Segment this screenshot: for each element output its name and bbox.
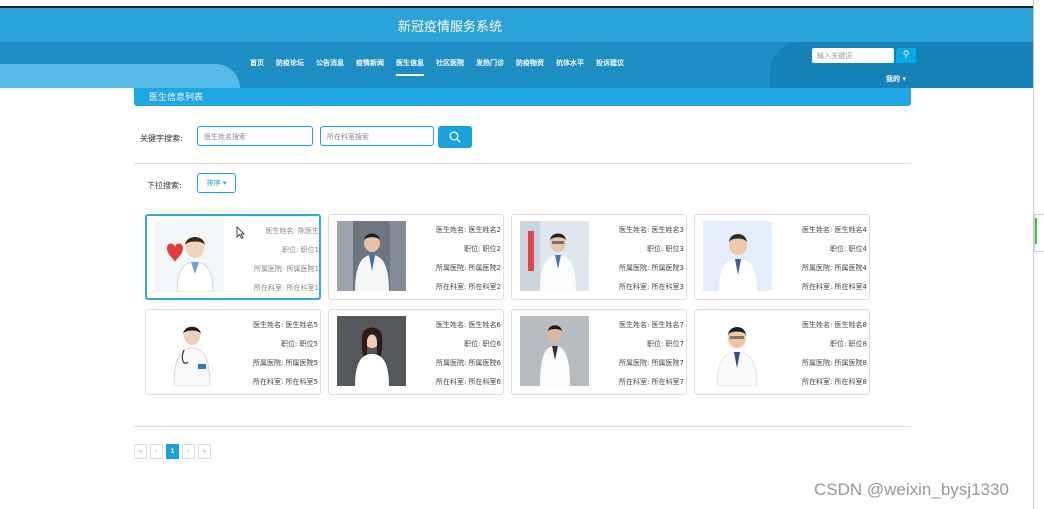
sort-label: 排序 [206, 179, 221, 187]
nav-item-community-hospital[interactable]: 社区医院 [436, 58, 464, 76]
header-decoration-left [0, 64, 240, 88]
doctor-name-input[interactable]: 医生姓名搜索 [197, 126, 313, 146]
doctor-title: 职位: 职位6 [463, 340, 501, 348]
doctor-card[interactable]: 医生姓名: 医生姓名8 职位: 职位8 所属医院: 所属医院8 所在科室: 所在… [694, 309, 870, 395]
nav-item-news[interactable]: 疫情新闻 [356, 58, 384, 76]
user-menu[interactable]: 我的 ▾ [886, 74, 906, 84]
page-title: 医生信息列表 [134, 88, 911, 106]
doctor-title: 职位: 职位7 [646, 340, 684, 348]
doctor-photo [154, 316, 223, 386]
doctor-department: 所在科室: 所在科室4 [801, 283, 867, 291]
nav-item-supplies[interactable]: 防疫物资 [516, 58, 544, 76]
doctor-name: 医生姓名: 医生姓名2 [435, 226, 501, 234]
doctor-hospital: 所属医院: 所属医院2 [435, 264, 501, 272]
mouse-cursor-icon [236, 226, 245, 239]
side-scroll-strip [1033, 0, 1044, 509]
site-title: 新冠疫情服务系统 [397, 20, 502, 35]
doctor-hospital: 所属医院: 所属医院5 [252, 359, 318, 367]
doctor-name: 医生姓名: 医生姓名6 [435, 321, 501, 329]
pager-last-button[interactable]: » [198, 444, 211, 459]
doctor-card[interactable]: 医生姓名: 陈医生 职位: 职位1 所属医院: 所属医院1 所在科室: 所在科室… [145, 214, 321, 300]
pager-current-page[interactable]: 1 [166, 444, 179, 459]
doctor-photo [337, 316, 406, 386]
doctor-department: 所在科室: 所在科室2 [435, 283, 501, 291]
doctor-card[interactable]: 医生姓名: 医生姓名6 职位: 职位6 所属医院: 所属医院6 所在科室: 所在… [328, 309, 504, 395]
nav-item-home[interactable]: 首页 [250, 58, 264, 76]
doctor-hospital: 所属医院: 所属医院1 [253, 265, 319, 273]
pagination: « ‹ 1 › » [134, 444, 211, 459]
side-indicator [1035, 218, 1037, 244]
pager-first-button[interactable]: « [134, 444, 147, 459]
search-button[interactable] [438, 126, 472, 148]
doctor-title: 职位: 职位2 [463, 245, 501, 253]
doctor-name: 医生姓名: 医生姓名5 [252, 321, 318, 329]
user-menu-label: 我的 [886, 75, 900, 83]
doctor-department: 所在科室: 所在科室7 [618, 378, 684, 386]
divider [134, 163, 911, 164]
window-top-edge [0, 0, 1044, 8]
keyword-search-label: 关键字搜索: [140, 134, 183, 143]
doctor-info: 医生姓名: 医生姓名4 职位: 职位4 所属医院: 所属医院4 所在科室: 所在… [775, 221, 867, 297]
search-icon: ⚲ [902, 50, 910, 60]
doctor-card[interactable]: 医生姓名: 医生姓名4 职位: 职位4 所属医院: 所属医院4 所在科室: 所在… [694, 214, 870, 300]
doctor-department: 所在科室: 所在科室8 [801, 378, 867, 386]
header-search-button[interactable]: ⚲ [896, 48, 916, 63]
header-search-input[interactable]: 输入关键词 [812, 48, 894, 63]
watermark: CSDN @weixin_bysj1330 [814, 480, 1009, 499]
doctor-photo [520, 221, 589, 291]
doctor-hospital: 所属医院: 所属医院6 [435, 359, 501, 367]
caret-down-icon: ▾ [222, 179, 227, 187]
nav-item-forum[interactable]: 防疫论坛 [276, 58, 304, 76]
search-icon [449, 131, 461, 143]
doctor-title: 职位: 职位8 [829, 340, 867, 348]
doctor-title: 职位: 职位3 [646, 245, 684, 253]
doctor-hospital: 所属医院: 所属医院7 [618, 359, 684, 367]
doctor-hospital: 所属医院: 所属医院3 [618, 264, 684, 272]
doctor-name: 医生姓名: 医生姓名4 [801, 226, 867, 234]
doctor-card[interactable]: 医生姓名: 医生姓名2 职位: 职位2 所属医院: 所属医院2 所在科室: 所在… [328, 214, 504, 300]
divider [134, 426, 911, 427]
doctor-department: 所在科室: 所在科室3 [618, 283, 684, 291]
doctor-department: 所在科室: 所在科室6 [435, 378, 501, 386]
pager-prev-button[interactable]: ‹ [150, 444, 163, 459]
doctor-card[interactable]: 医生姓名: 医生姓名5 职位: 职位5 所属医院: 所属医院5 所在科室: 所在… [145, 309, 321, 395]
doctor-hospital: 所属医院: 所属医院8 [801, 359, 867, 367]
doctor-photo [337, 221, 406, 291]
doctor-photo [520, 316, 589, 386]
doctor-department: 所在科室: 所在科室1 [253, 284, 319, 292]
doctor-title: 职位: 职位4 [829, 245, 867, 253]
doctor-photo [155, 222, 224, 292]
doctor-info: 医生姓名: 医生姓名2 职位: 职位2 所属医院: 所属医院2 所在科室: 所在… [409, 221, 501, 297]
doctor-info: 医生姓名: 医生姓名5 职位: 职位5 所属医院: 所属医院5 所在科室: 所在… [226, 316, 318, 392]
doctor-title: 职位: 职位1 [281, 246, 319, 254]
pager-next-button[interactable]: › [182, 444, 195, 459]
nav-item-fever-clinic[interactable]: 发热门诊 [476, 58, 504, 76]
doctor-card[interactable]: 医生姓名: 医生姓名3 职位: 职位3 所属医院: 所属医院3 所在科室: 所在… [511, 214, 687, 300]
doctor-info: 医生姓名: 医生姓名3 职位: 职位3 所属医院: 所属医院3 所在科室: 所在… [592, 221, 684, 297]
nav-item-doctors[interactable]: 医生信息 [396, 58, 424, 76]
doctor-title: 职位: 职位5 [280, 340, 318, 348]
doctor-info: 医生姓名: 医生姓名7 职位: 职位7 所属医院: 所属医院7 所在科室: 所在… [592, 316, 684, 392]
department-input[interactable]: 所在科室搜索 [320, 126, 434, 146]
doctor-info: 医生姓名: 医生姓名6 职位: 职位6 所属医院: 所属医院6 所在科室: 所在… [409, 316, 501, 392]
nav-item-antibody[interactable]: 抗体水平 [556, 58, 584, 76]
nav-item-announcements[interactable]: 公告消息 [316, 58, 344, 76]
site-header: 新冠疫情服务系统 首页 防疫论坛 公告消息 疫情新闻 医生信息 社区医院 发热门… [0, 8, 1035, 88]
doctor-photo [703, 221, 772, 291]
doctor-name: 医生姓名: 医生姓名8 [801, 321, 867, 329]
dropdown-search-label: 下拉搜索: [147, 181, 182, 190]
nav-item-complaints[interactable]: 投诉建议 [596, 58, 624, 76]
doctor-department: 所在科室: 所在科室5 [252, 378, 318, 386]
doctor-name: 医生姓名: 医生姓名7 [618, 321, 684, 329]
main-nav: 首页 防疫论坛 公告消息 疫情新闻 医生信息 社区医院 发热门诊 防疫物资 抗体… [250, 58, 636, 76]
doctor-hospital: 所属医院: 所属医院4 [801, 264, 867, 272]
doctor-info: 医生姓名: 医生姓名8 职位: 职位8 所属医院: 所属医院8 所在科室: 所在… [775, 316, 867, 392]
sort-dropdown[interactable]: 排序 ▾ [197, 173, 236, 193]
doctor-card[interactable]: 医生姓名: 医生姓名7 职位: 职位7 所属医院: 所属医院7 所在科室: 所在… [511, 309, 687, 395]
caret-down-icon: ▾ [902, 75, 906, 83]
doctor-name: 医生姓名: 医生姓名3 [618, 226, 684, 234]
doctor-photo [703, 316, 772, 386]
